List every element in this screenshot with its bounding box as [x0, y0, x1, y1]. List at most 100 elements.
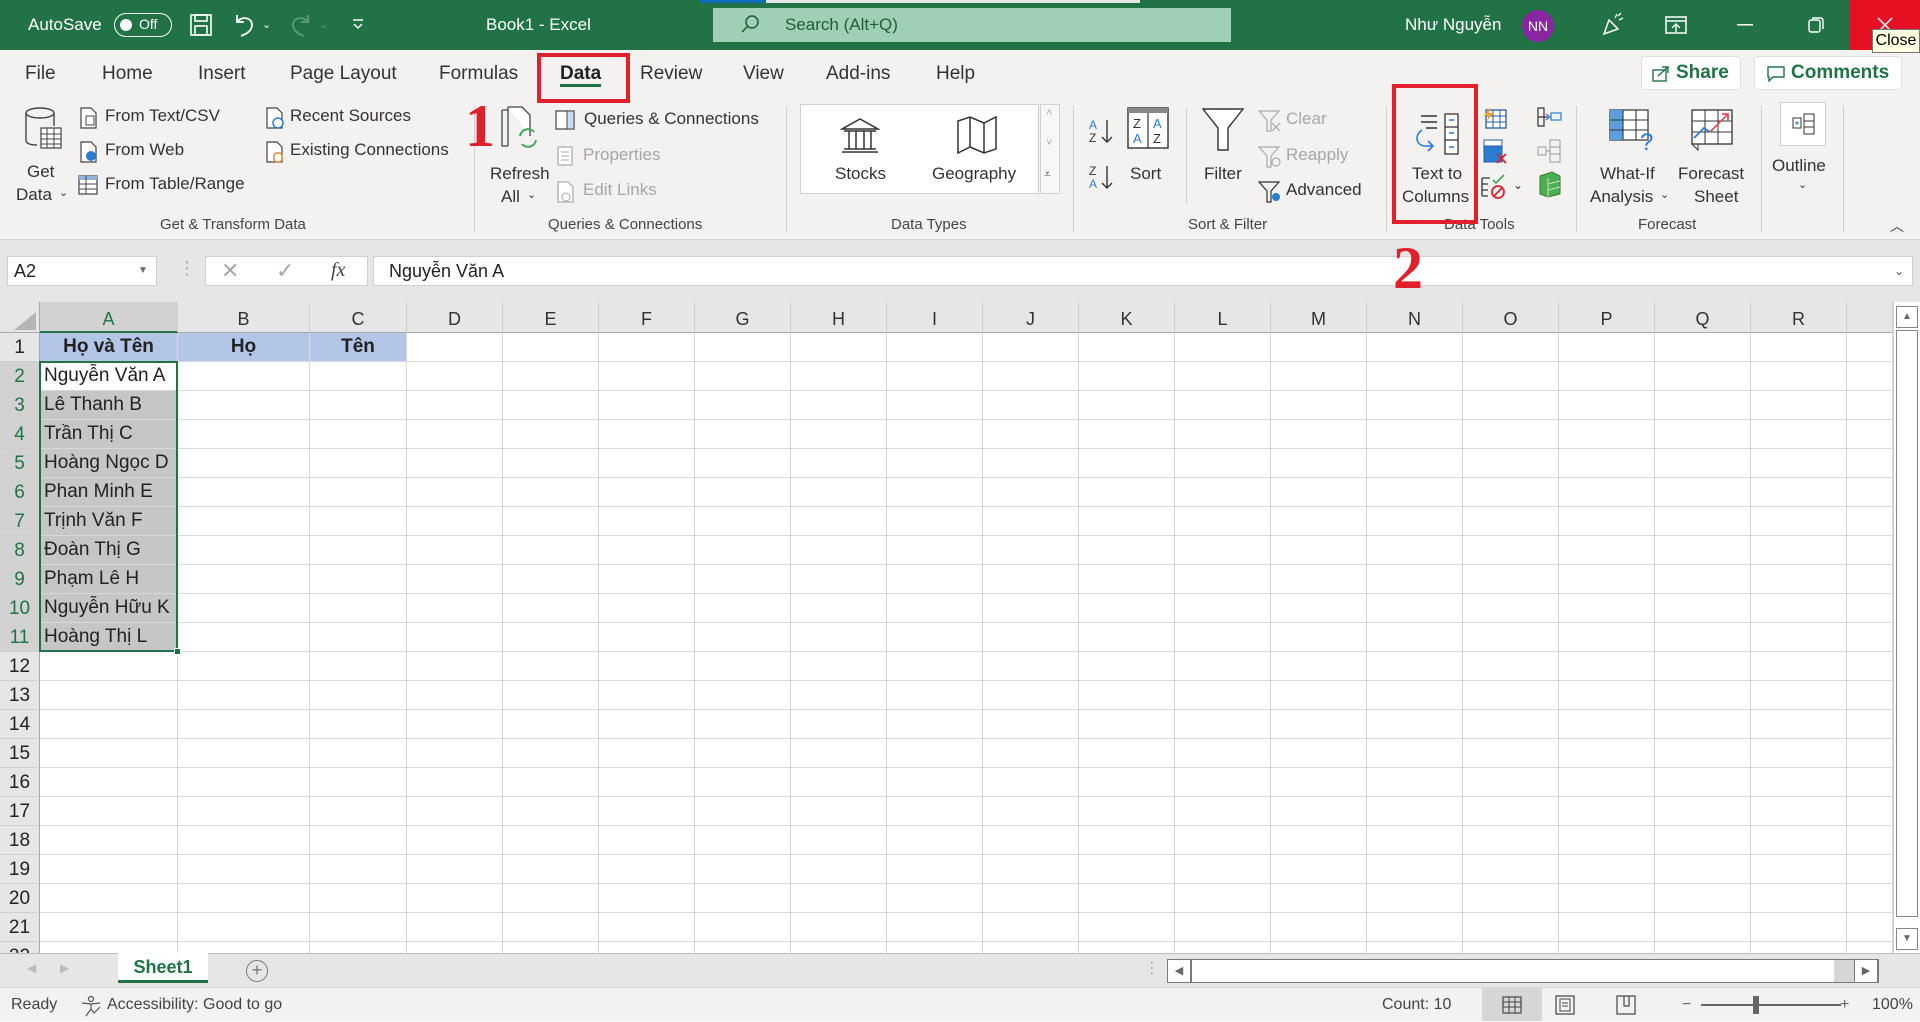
- cell-f3[interactable]: [599, 391, 695, 420]
- cell-g1[interactable]: [695, 333, 791, 362]
- cell-s17[interactable]: [1847, 797, 1893, 826]
- cell-b4[interactable]: [178, 420, 310, 449]
- column-header-r[interactable]: R: [1751, 302, 1847, 333]
- cell-k2[interactable]: [1079, 362, 1175, 391]
- cell-h17[interactable]: [791, 797, 887, 826]
- cell-l5[interactable]: [1175, 449, 1271, 478]
- cell-n1[interactable]: [1367, 333, 1463, 362]
- accessibility-icon[interactable]: [80, 995, 102, 1017]
- cell-i9[interactable]: [887, 565, 983, 594]
- cell-l8[interactable]: [1175, 536, 1271, 565]
- header-cell-c1[interactable]: Tên: [310, 333, 407, 362]
- cell-k11[interactable]: [1079, 623, 1175, 652]
- cell-l1[interactable]: [1175, 333, 1271, 362]
- scroll-up-icon[interactable]: ▲: [1896, 306, 1918, 328]
- column-header-f[interactable]: F: [599, 302, 695, 333]
- column-header-p[interactable]: P: [1559, 302, 1655, 333]
- cell-e6[interactable]: [503, 478, 599, 507]
- row-header-9[interactable]: 9: [0, 565, 40, 594]
- cell-g19[interactable]: [695, 855, 791, 884]
- cell-p9[interactable]: [1559, 565, 1655, 594]
- cell-o1[interactable]: [1463, 333, 1559, 362]
- cell-a12[interactable]: [40, 652, 178, 681]
- collapse-ribbon-icon[interactable]: ︿: [1890, 216, 1904, 236]
- cell-q7[interactable]: [1655, 507, 1751, 536]
- cell-l12[interactable]: [1175, 652, 1271, 681]
- cell-n4[interactable]: [1367, 420, 1463, 449]
- cell-l6[interactable]: [1175, 478, 1271, 507]
- cell-a15[interactable]: [40, 739, 178, 768]
- cell-h22[interactable]: [791, 942, 887, 953]
- cell-m2[interactable]: [1271, 362, 1367, 391]
- cell-s15[interactable]: [1847, 739, 1893, 768]
- from-web-button[interactable]: From Web: [80, 139, 230, 165]
- cell-s20[interactable]: [1847, 884, 1893, 913]
- cell-c4[interactable]: [310, 420, 407, 449]
- stocks-button[interactable]: Stocks: [801, 105, 916, 193]
- cell-g7[interactable]: [695, 507, 791, 536]
- cell-m18[interactable]: [1271, 826, 1367, 855]
- cell-i7[interactable]: [887, 507, 983, 536]
- cell-a21[interactable]: [40, 913, 178, 942]
- cell-i21[interactable]: [887, 913, 983, 942]
- cell-j14[interactable]: [983, 710, 1079, 739]
- page-break-preview-icon[interactable]: [1616, 995, 1636, 1015]
- cell-i2[interactable]: [887, 362, 983, 391]
- cell-d18[interactable]: [407, 826, 503, 855]
- cell-m3[interactable]: [1271, 391, 1367, 420]
- cell-i17[interactable]: [887, 797, 983, 826]
- cell-d20[interactable]: [407, 884, 503, 913]
- what-if-analysis-button[interactable]: ? What-If Analysis ⌄: [1588, 106, 1670, 210]
- queries-connections-button[interactable]: Queries & Connections: [555, 108, 785, 134]
- cell-q22[interactable]: [1655, 942, 1751, 953]
- cell-p7[interactable]: [1559, 507, 1655, 536]
- cell-h20[interactable]: [791, 884, 887, 913]
- cell-n17[interactable]: [1367, 797, 1463, 826]
- cell-l17[interactable]: [1175, 797, 1271, 826]
- cell-q13[interactable]: [1655, 681, 1751, 710]
- cell-i19[interactable]: [887, 855, 983, 884]
- select-all-corner[interactable]: [0, 302, 40, 333]
- cell-a22[interactable]: [40, 942, 178, 953]
- tab-home[interactable]: Home: [102, 50, 153, 98]
- cell-e17[interactable]: [503, 797, 599, 826]
- cell-m4[interactable]: [1271, 420, 1367, 449]
- cell-a19[interactable]: [40, 855, 178, 884]
- cell-s10[interactable]: [1847, 594, 1893, 623]
- column-header-h[interactable]: H: [791, 302, 887, 333]
- cell-e21[interactable]: [503, 913, 599, 942]
- cell-e2[interactable]: [503, 362, 599, 391]
- cell-a17[interactable]: [40, 797, 178, 826]
- cell-e11[interactable]: [503, 623, 599, 652]
- cell-i5[interactable]: [887, 449, 983, 478]
- cell-b20[interactable]: [178, 884, 310, 913]
- cell-b22[interactable]: [178, 942, 310, 953]
- cell-b16[interactable]: [178, 768, 310, 797]
- cell-f8[interactable]: [599, 536, 695, 565]
- column-header-k[interactable]: K: [1079, 302, 1175, 333]
- cell-k19[interactable]: [1079, 855, 1175, 884]
- cell-a14[interactable]: [40, 710, 178, 739]
- cell-c18[interactable]: [310, 826, 407, 855]
- cell-f16[interactable]: [599, 768, 695, 797]
- cell-s11[interactable]: [1847, 623, 1893, 652]
- cell-r17[interactable]: [1751, 797, 1847, 826]
- cell-k9[interactable]: [1079, 565, 1175, 594]
- cell-m7[interactable]: [1271, 507, 1367, 536]
- column-header-b[interactable]: B: [178, 302, 310, 333]
- cell-c10[interactable]: [310, 594, 407, 623]
- cell-m14[interactable]: [1271, 710, 1367, 739]
- cell-b18[interactable]: [178, 826, 310, 855]
- cell-j21[interactable]: [983, 913, 1079, 942]
- cell-q4[interactable]: [1655, 420, 1751, 449]
- header-cell-a1[interactable]: Họ và Tên: [40, 333, 178, 362]
- cell-b12[interactable]: [178, 652, 310, 681]
- tab-view[interactable]: View: [743, 50, 784, 98]
- row-header-15[interactable]: 15: [0, 739, 40, 768]
- cell-o10[interactable]: [1463, 594, 1559, 623]
- cell-m9[interactable]: [1271, 565, 1367, 594]
- cell-b7[interactable]: [178, 507, 310, 536]
- sort-a-to-z-button[interactable]: AZ: [1087, 116, 1117, 146]
- cell-g2[interactable]: [695, 362, 791, 391]
- horizontal-scrollbar[interactable]: ◀ ▶: [1167, 959, 1879, 983]
